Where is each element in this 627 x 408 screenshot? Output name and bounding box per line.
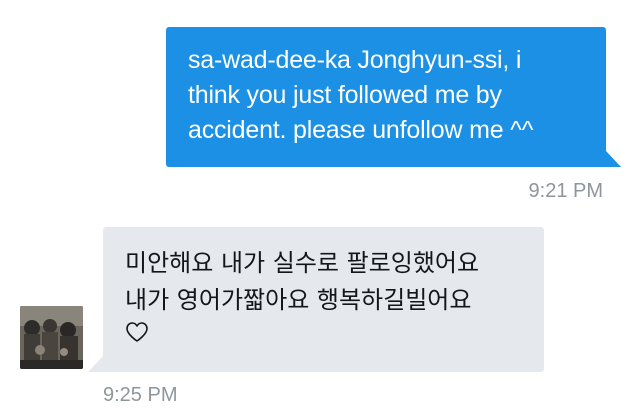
sent-message-timestamp: 9:21 PM [528, 180, 603, 202]
received-message-timestamp: 9:25 PM [103, 384, 178, 406]
heart-outline-icon [126, 322, 148, 342]
avatar-photo [20, 306, 83, 369]
received-message-text: 미안해요 내가 실수로 팔로잉했어요 내가 영어가짧아요 행복하길빌어요 [125, 249, 480, 314]
sent-message-text: sa-wad-dee-ka Jonghyun-ssi, i think you … [188, 46, 534, 144]
received-bubble-tail [88, 356, 103, 372]
avatar[interactable] [20, 306, 83, 369]
sent-bubble-tail [606, 151, 621, 167]
sent-message-bubble[interactable]: sa-wad-dee-ka Jonghyun-ssi, i think you … [166, 27, 621, 167]
received-message-bubble[interactable]: 미안해요 내가 실수로 팔로잉했어요 내가 영어가짧아요 행복하길빌어요 [88, 227, 544, 372]
message-thread: sa-wad-dee-ka Jonghyun-ssi, i think you … [0, 0, 627, 408]
